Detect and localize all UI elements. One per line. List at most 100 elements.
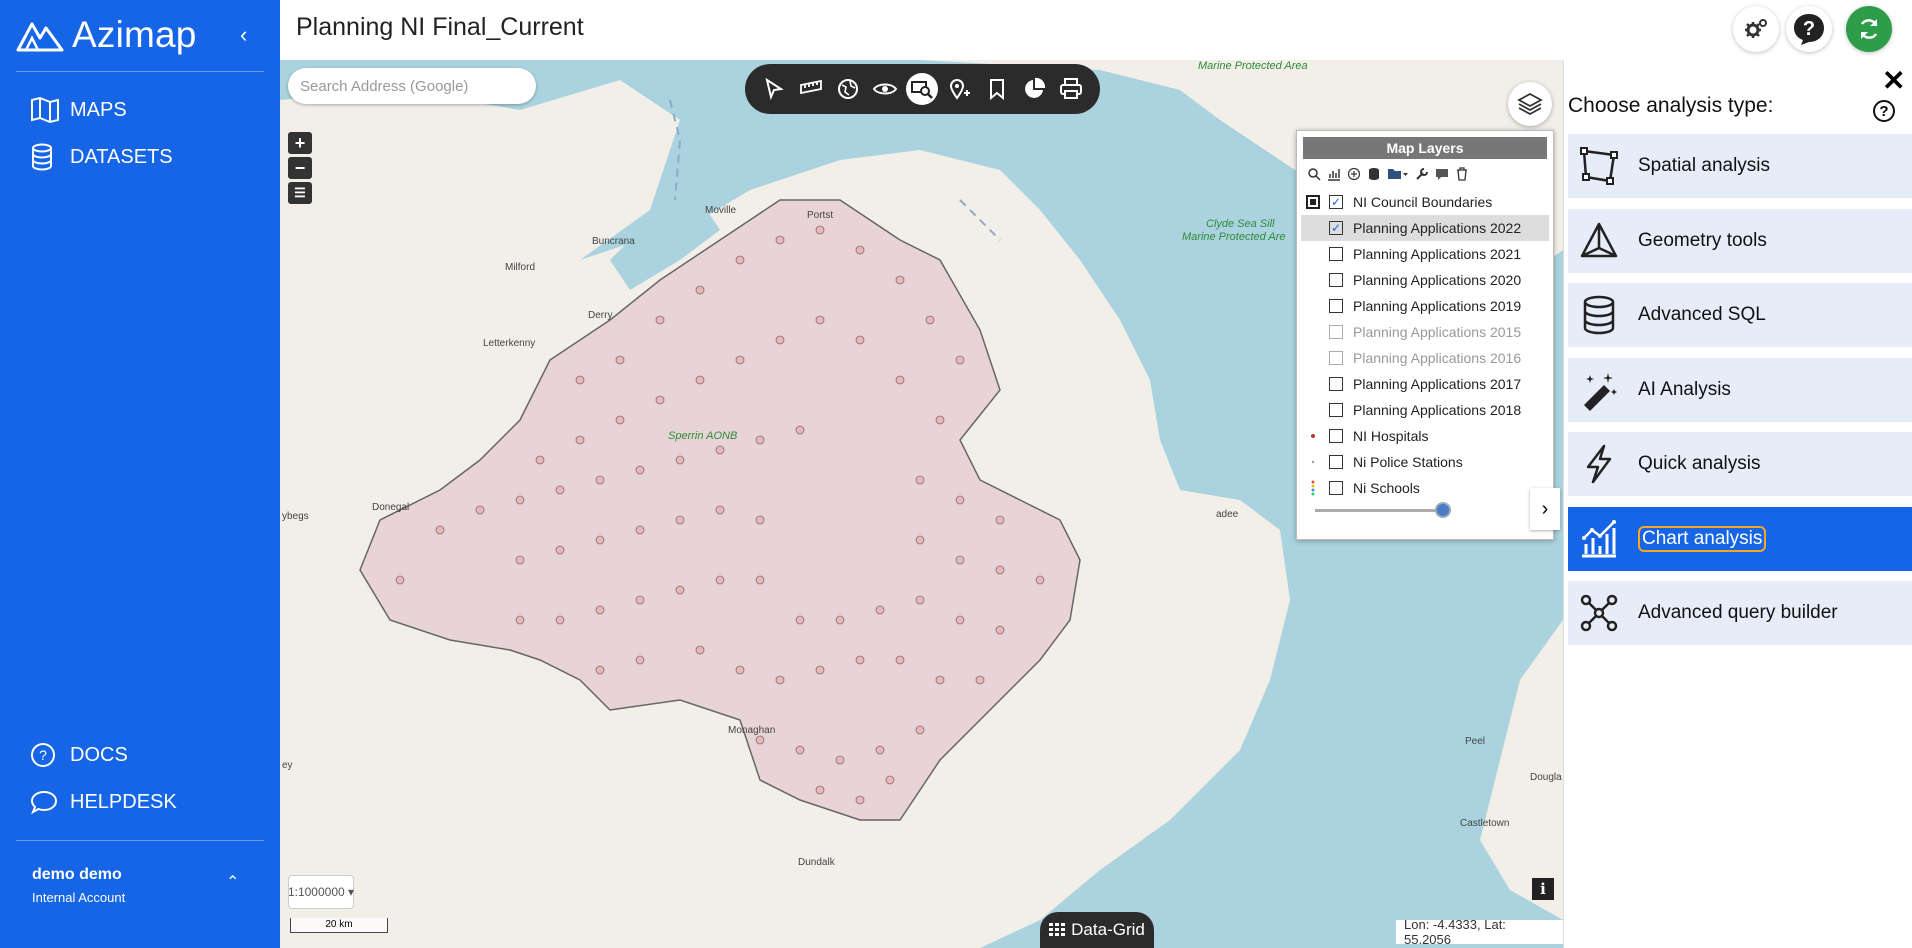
analysis-option-advanced-query-builder[interactable]: Advanced query builder (1568, 581, 1912, 645)
analysis-option-quick-analysis[interactable]: Quick analysis (1568, 432, 1912, 496)
analysis-option-spatial-analysis[interactable]: Spatial analysis (1568, 134, 1912, 198)
layer-row[interactable]: NI Hospitals (1297, 423, 1553, 449)
list-icon[interactable]: ☰ (288, 182, 312, 204)
help-button[interactable]: ? (1786, 6, 1832, 52)
layer-row[interactable]: Planning Applications 2020 (1297, 267, 1553, 293)
search-icon[interactable] (1307, 167, 1321, 181)
settings-gears-icon (1745, 19, 1767, 38)
help-circle-icon[interactable]: ? (1873, 100, 1895, 122)
opacity-slider-track[interactable] (1315, 509, 1441, 512)
map-book-icon (31, 96, 59, 124)
layer-legend-icon (1305, 220, 1321, 236)
location-pin-icon[interactable] (944, 73, 976, 105)
chat-bubble-icon (30, 790, 58, 815)
data-grid-button[interactable]: Data-Grid (1040, 912, 1154, 948)
print-icon[interactable] (1055, 73, 1087, 105)
trash-icon[interactable] (1455, 167, 1469, 181)
zoom-in-button[interactable]: + (288, 132, 312, 154)
analysis-option-advanced-sql[interactable]: Advanced SQL (1568, 283, 1912, 347)
layer-row[interactable]: Planning Applications 2021 (1297, 241, 1553, 267)
folder-dropdown-icon[interactable] (1387, 167, 1409, 181)
layer-checkbox[interactable] (1329, 247, 1343, 261)
database-icon[interactable] (1367, 167, 1381, 181)
layer-checkbox[interactable] (1329, 455, 1343, 469)
analysis-option-geometry-tools[interactable]: Geometry tools (1568, 208, 1912, 273)
globe-icon[interactable] (832, 73, 864, 105)
layer-label: Planning Applications 2016 (1353, 350, 1522, 366)
layer-checkbox[interactable] (1329, 403, 1343, 417)
layer-row[interactable]: Planning Applications 2017 (1297, 371, 1553, 397)
zoom-out-button[interactable]: − (288, 157, 312, 179)
bookmark-icon[interactable] (981, 73, 1013, 105)
nav-maps[interactable]: MAPS (30, 96, 127, 124)
layer-legend-icon (1305, 298, 1321, 314)
layer-row[interactable]: Planning Applications 2019 (1297, 293, 1553, 319)
comment-icon[interactable] (1435, 167, 1449, 181)
layer-row[interactable]: ✓ Planning Applications 2022 (1301, 215, 1549, 241)
visibility-eye-icon[interactable] (869, 73, 901, 105)
layer-row[interactable]: Ni Police Stations (1297, 449, 1553, 475)
address-search-input[interactable] (288, 68, 536, 104)
layer-row[interactable]: Planning Applications 2018 (1297, 397, 1553, 423)
add-layer-icon[interactable] (1347, 167, 1361, 181)
layer-checkbox[interactable] (1329, 429, 1343, 443)
layer-checkbox[interactable] (1329, 377, 1343, 391)
scale-select[interactable]: 1:1000000 ▾ (288, 875, 354, 909)
info-button[interactable]: i (1532, 878, 1554, 900)
chevron-up-icon[interactable]: ⌃ (226, 872, 239, 892)
wrench-icon[interactable] (1415, 167, 1429, 181)
layer-row[interactable]: Planning Applications 2016 (1297, 345, 1553, 371)
map-canvas[interactable]: Moville Buncrana Milford Derry Letterken… (280, 60, 1563, 948)
layer-checkbox[interactable] (1329, 481, 1343, 495)
close-icon[interactable]: ✕ (1882, 64, 1905, 97)
analysis-option-ai-analysis[interactable]: AI Analysis (1568, 357, 1912, 422)
spatial-polygon-icon (1580, 147, 1618, 185)
layer-row[interactable]: ✓ NI Council Boundaries (1297, 189, 1553, 215)
nav-docs[interactable]: ? DOCS (30, 741, 128, 769)
nav-datasets[interactable]: DATASETS (30, 143, 173, 171)
app-logo[interactable]: Azimap (16, 14, 197, 56)
layer-checkbox[interactable] (1329, 325, 1343, 339)
refresh-button[interactable] (1846, 6, 1892, 52)
layer-checkbox[interactable] (1329, 299, 1343, 313)
nav-docs-label: DOCS (70, 743, 128, 766)
opacity-slider-handle[interactable] (1435, 502, 1451, 518)
layer-label: Planning Applications 2015 (1353, 324, 1522, 340)
layer-checkbox[interactable]: ✓ (1329, 221, 1343, 235)
layer-legend-icon (1305, 246, 1321, 262)
layer-legend-icon (1305, 402, 1321, 418)
user-info: demo demo Internal Account (32, 866, 125, 905)
divider (16, 71, 264, 72)
layer-checkbox[interactable] (1329, 351, 1343, 365)
layers-toggle-button[interactable] (1508, 82, 1552, 126)
chevron-right-icon[interactable]: › (1530, 488, 1560, 530)
azimap-logo-icon (16, 22, 64, 52)
nav-helpdesk[interactable]: HELPDESK (30, 788, 177, 816)
lightning-icon (1586, 444, 1612, 484)
analysis-panel: ✕ Choose analysis type: ? Spatial analys… (1563, 60, 1912, 948)
layer-label: Planning Applications 2018 (1353, 402, 1522, 418)
layer-label: Ni Schools (1353, 480, 1420, 496)
chart-icon[interactable] (1327, 167, 1341, 181)
search-query-icon[interactable] (906, 73, 939, 105)
layer-legend-icon (1305, 454, 1321, 470)
place-label: ybegs (282, 511, 309, 522)
area-label: Clyde Sea Sill (1206, 218, 1275, 230)
layer-legend-icon (1305, 194, 1321, 210)
chevron-left-icon[interactable]: ‹ (240, 22, 247, 48)
layer-checkbox[interactable] (1329, 273, 1343, 287)
analysis-option-chart-analysis[interactable]: Chart analysis (1568, 506, 1912, 571)
map-layers-panel: Map Layers ✓ NI Council Boundaries ✓ Planni… (1296, 130, 1554, 540)
measure-ruler-icon[interactable] (795, 73, 827, 105)
magic-wand-icon (1584, 372, 1617, 411)
app-name: Azimap (72, 14, 197, 55)
pie-chart-icon[interactable] (1018, 73, 1050, 105)
refresh-icon (1860, 19, 1878, 39)
layer-label: Ni Police Stations (1353, 454, 1463, 470)
layer-row[interactable]: Planning Applications 2015 (1297, 319, 1553, 345)
select-pointer-icon[interactable] (758, 73, 790, 105)
layer-checkbox[interactable]: ✓ (1329, 195, 1343, 209)
layer-row[interactable]: Ni Schools (1297, 475, 1553, 501)
settings-button[interactable] (1733, 6, 1779, 52)
query-network-icon (1580, 594, 1618, 632)
